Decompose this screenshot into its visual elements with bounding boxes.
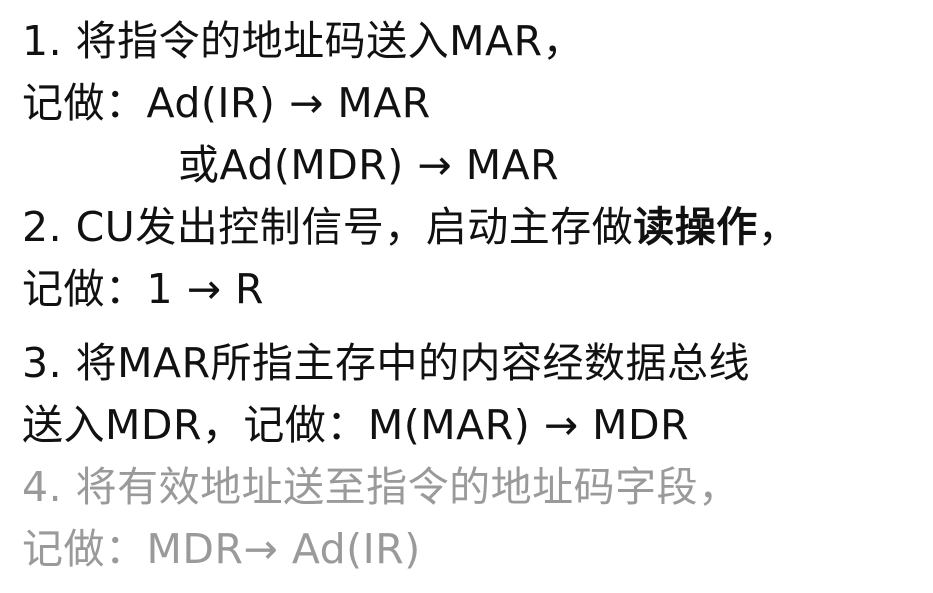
step-1-notation: 记做：Ad(IR) → MAR: [22, 79, 431, 127]
step-3-text: 3. 将MAR所指主存中的内容经数据总线: [22, 339, 751, 387]
step-4-notation: 记做：MDR→ Ad(IR): [22, 525, 421, 573]
step-3-notation: 送入MDR，记做：M(MAR) → MDR: [22, 401, 690, 449]
step-2-notation: 记做：1 → R: [22, 265, 264, 313]
slide: 1. 将指令的地址码送入MAR， 记做：Ad(IR) → MAR 或Ad(MDR…: [0, 0, 933, 593]
step-2-text-main: 2. CU发出控制信号，启动主存做: [22, 203, 634, 251]
step-2-read-operation: 读操作: [633, 203, 758, 251]
step-1-alt-notation: 或Ad(MDR) → MAR: [178, 141, 560, 189]
step-2-text: 2. CU发出控制信号，启动主存做读操作，: [22, 196, 933, 258]
step-2-comma: ，: [757, 203, 800, 251]
step-1-text: 1. 将指令的地址码送入MAR，: [22, 17, 585, 65]
step-4-text: 4. 将有效地址送至指令的地址码字段，: [22, 463, 740, 511]
